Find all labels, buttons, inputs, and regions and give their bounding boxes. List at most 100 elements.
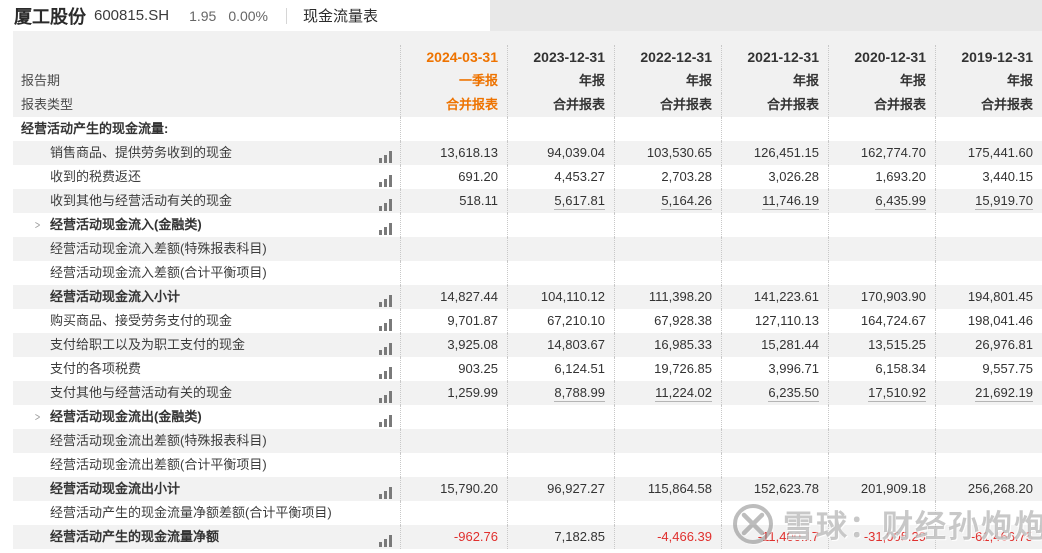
value-text[interactable]: 6,235.50 — [768, 385, 819, 402]
stock-header: 厦工股份 600815.SH 1.95 0.00% 现金流量表 — [14, 0, 378, 31]
column-header-type: 合并报表 — [614, 93, 721, 117]
cell-value: 115,864.58 — [614, 477, 721, 501]
row-label: 经营活动现金流入差额(合计平衡项目) — [13, 261, 267, 285]
value-text[interactable]: 5,617.81 — [554, 193, 605, 210]
value-text: 14,803.67 — [547, 337, 605, 352]
bar-chart-icon[interactable] — [379, 147, 393, 159]
cell-value — [507, 429, 614, 453]
cell-value: 9,557.75 — [935, 357, 1042, 381]
bar-chart-icon[interactable] — [379, 315, 393, 327]
cell-value: 691.20 — [400, 165, 507, 189]
row-label-cell: 收到其他与经营活动有关的现金 — [13, 189, 400, 213]
bar-chart-icon[interactable] — [379, 291, 393, 303]
value-text[interactable]: 11,224.02 — [655, 385, 712, 402]
value-text[interactable]: 11,746.19 — [762, 193, 819, 210]
column-header-type: 合并报表 — [828, 93, 935, 117]
cell-value — [828, 501, 935, 525]
bar-chart-icon[interactable] — [379, 171, 393, 183]
row-label: 经营活动现金流出(金融类) — [13, 405, 202, 429]
page: 厦工股份 600815.SH 1.95 0.00% 现金流量表 2024-03-… — [0, 0, 1042, 553]
value-text[interactable]: 6,435.99 — [875, 193, 926, 210]
value-text[interactable]: 8,788.99 — [554, 385, 605, 402]
cell-value — [400, 429, 507, 453]
bar-chart-icon[interactable] — [379, 483, 393, 495]
cell-value — [507, 213, 614, 237]
cell-value — [614, 117, 721, 141]
cell-value — [721, 429, 828, 453]
cell-value: 2,703.28 — [614, 165, 721, 189]
cell-value: 5,617.81 — [507, 189, 614, 213]
column-header-period: 年报 — [507, 69, 614, 93]
value-text: -11,400.17 — [758, 529, 819, 544]
row-label-cell: 经营活动现金流出差额(特殊报表科目) — [13, 429, 400, 453]
bar-chart-icon[interactable] — [379, 195, 393, 207]
cell-value: 141,223.61 — [721, 285, 828, 309]
table-row: 经营活动现金流出差额(合计平衡项目) — [13, 453, 1042, 477]
value-text[interactable]: 5,164.26 — [661, 193, 712, 210]
bar-chart-icon[interactable] — [379, 363, 393, 375]
cell-value: 126,451.15 — [721, 141, 828, 165]
expand-chevron-icon[interactable]: > — [35, 405, 40, 429]
cell-value — [935, 453, 1042, 477]
cell-value: 201,909.18 — [828, 477, 935, 501]
row-label: 支付给职工以及为职工支付的现金 — [13, 333, 245, 357]
cell-value: 11,746.19 — [721, 189, 828, 213]
row-label-cell[interactable]: >经营活动现金流入(金融类) — [13, 213, 400, 237]
column-header-period: 年报 — [935, 69, 1042, 93]
value-text[interactable]: 15,919.70 — [975, 193, 1033, 210]
row-label: 经营活动现金流出小计 — [13, 477, 180, 501]
bar-chart-icon[interactable] — [379, 339, 393, 351]
cell-value — [828, 117, 935, 141]
row-label: 经营活动产生的现金流量净额 — [13, 525, 219, 549]
bar-chart-icon[interactable] — [379, 411, 393, 423]
cell-value: 96,927.27 — [507, 477, 614, 501]
cell-value: 104,110.12 — [507, 285, 614, 309]
value-text[interactable]: 21,692.19 — [975, 385, 1033, 402]
bar-chart-icon[interactable] — [379, 387, 393, 399]
cell-value: 15,790.20 — [400, 477, 507, 501]
cell-value — [614, 429, 721, 453]
table-row: >经营活动现金流出(金融类) — [13, 405, 1042, 429]
value-text: 175,441.60 — [968, 145, 1033, 160]
cell-value — [935, 405, 1042, 429]
value-text: 3,026.28 — [768, 169, 819, 184]
cell-value: 6,158.34 — [828, 357, 935, 381]
row-label-cell[interactable]: >经营活动现金流出(金融类) — [13, 405, 400, 429]
row-label-cell: 经营活动现金流出小计 — [13, 477, 400, 501]
bar-chart-icon[interactable] — [379, 531, 393, 543]
row-label-cell: 支付给职工以及为职工支付的现金 — [13, 333, 400, 357]
cell-value — [935, 429, 1042, 453]
stock-code: 600815.SH — [94, 7, 169, 24]
table-row: 经营活动产生的现金流量净额差额(合计平衡项目) — [13, 501, 1042, 525]
column-header-date: 2024-03-31 — [400, 45, 507, 69]
value-text: 126,451.15 — [754, 145, 819, 160]
value-text: 111,398.20 — [649, 289, 712, 304]
table-row: 经营活动现金流入差额(合计平衡项目) — [13, 261, 1042, 285]
column-header-date: 2020-12-31 — [828, 45, 935, 69]
cell-value — [400, 117, 507, 141]
topbar-background-strip — [490, 0, 1042, 31]
table-header-type-row: 报表类型合并报表合并报表合并报表合并报表合并报表合并报表 — [13, 93, 1042, 117]
row-label-cell: 经营活动现金流入小计 — [13, 285, 400, 309]
row-label-cell: 收到的税费返还 — [13, 165, 400, 189]
bar-chart-icon[interactable] — [379, 219, 393, 231]
column-header-date: 2022-12-31 — [614, 45, 721, 69]
cell-value: 15,919.70 — [935, 189, 1042, 213]
value-text: 2,703.28 — [661, 169, 712, 184]
cell-value: 5,164.26 — [614, 189, 721, 213]
cell-value: 518.11 — [400, 189, 507, 213]
column-header-period: 年报 — [614, 69, 721, 93]
cell-value: 16,985.33 — [614, 333, 721, 357]
value-text: 256,268.20 — [968, 481, 1033, 496]
column-header-date: 2021-12-31 — [721, 45, 828, 69]
cell-value — [507, 117, 614, 141]
cell-value — [828, 429, 935, 453]
stock-name: 厦工股份 — [14, 3, 86, 29]
title-divider — [286, 8, 287, 24]
cell-value: 6,235.50 — [721, 381, 828, 405]
table-row: 支付给职工以及为职工支付的现金3,925.0814,803.6716,985.3… — [13, 333, 1042, 357]
value-text[interactable]: 17,510.92 — [868, 385, 926, 402]
cell-value: 19,726.85 — [614, 357, 721, 381]
table-row: 收到其他与经营活动有关的现金518.11 5,617.81 5,164.26 11,7… — [13, 189, 1042, 213]
expand-chevron-icon[interactable]: > — [35, 213, 40, 237]
